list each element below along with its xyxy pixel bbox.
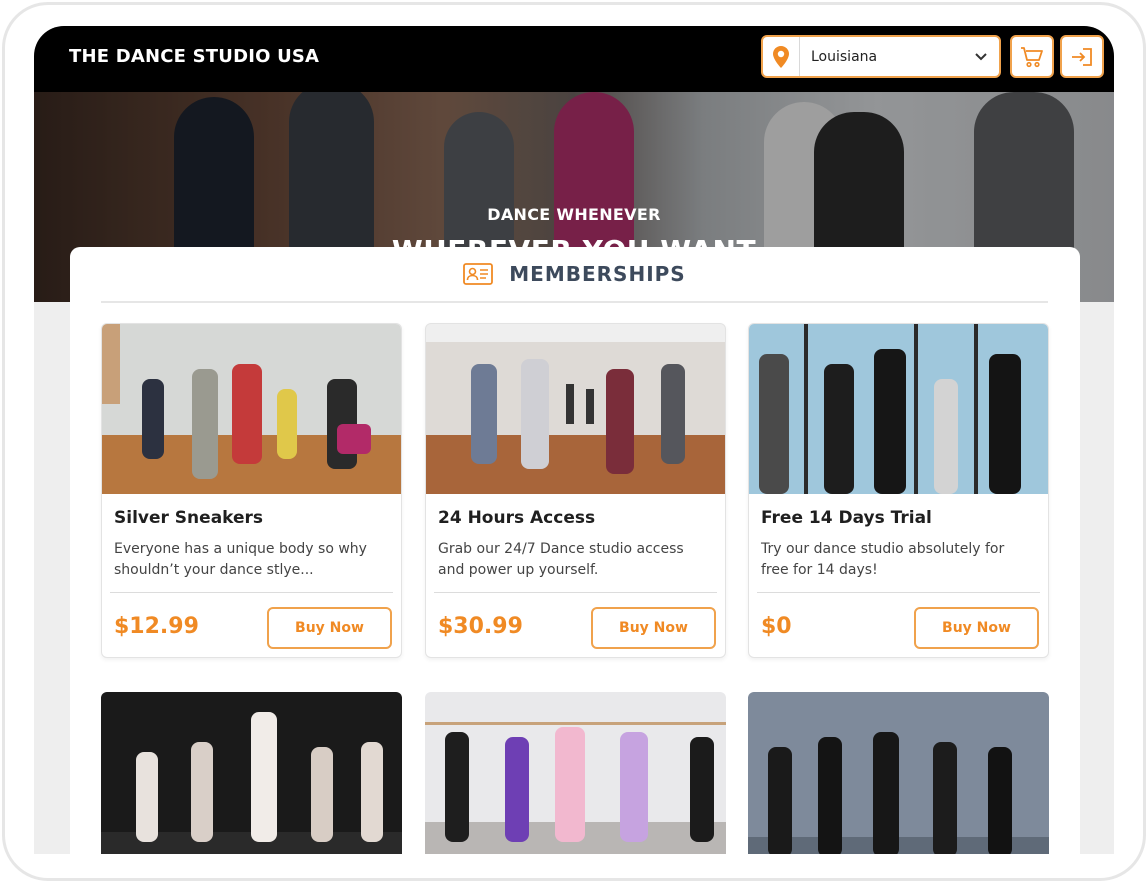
top-navbar: THE DANCE STUDIO USA Louisiana — [34, 26, 1114, 92]
id-card-icon — [463, 263, 494, 285]
card-image — [102, 324, 401, 494]
membership-card: 24 Hours Access Grab our 24/7 Dance stud… — [425, 323, 726, 658]
login-button[interactable] — [1060, 35, 1104, 78]
location-value: Louisiana — [811, 48, 878, 65]
card-title: Silver Sneakers — [114, 508, 264, 528]
card-title: Free 14 Days Trial — [761, 508, 932, 528]
sign-in-icon — [1072, 47, 1092, 66]
buy-now-button[interactable]: Buy Now — [591, 607, 716, 649]
card-price: $12.99 — [114, 614, 199, 639]
card-price: $0 — [761, 614, 792, 639]
membership-card-image[interactable] — [425, 692, 726, 854]
memberships-heading: MEMBERSHIPS — [101, 247, 1048, 303]
cart-button[interactable] — [1010, 35, 1054, 78]
membership-card: Silver Sneakers Everyone has a unique bo… — [101, 323, 402, 658]
card-title: 24 Hours Access — [438, 508, 596, 528]
membership-card-image[interactable] — [101, 692, 402, 854]
section-title: MEMBERSHIPS — [509, 262, 686, 286]
app-screen: THE DANCE STUDIO USA Louisiana DANCE WHE… — [34, 26, 1114, 854]
card-description: Try our dance studio absolutely for free… — [761, 541, 1005, 578]
memberships-panel: MEMBERSHIPS Silver Sneakers Everyone has… — [70, 247, 1080, 854]
hero-subtitle: DANCE WHENEVER — [487, 205, 661, 224]
membership-card: Free 14 Days Trial Try our dance studio … — [748, 323, 1049, 658]
brand-logo[interactable]: THE DANCE STUDIO USA — [69, 46, 319, 67]
buy-now-button[interactable]: Buy Now — [267, 607, 392, 649]
card-image — [749, 324, 1048, 494]
card-image — [426, 324, 725, 494]
cart-icon — [1021, 46, 1043, 67]
card-price: $30.99 — [438, 614, 523, 639]
card-description: Everyone has a unique body so why should… — [114, 541, 367, 578]
chevron-down-icon — [975, 52, 987, 61]
map-pin-icon — [763, 37, 800, 76]
card-description: Grab our 24/7 Dance studio access and po… — [438, 541, 684, 578]
location-select[interactable]: Louisiana — [761, 35, 1001, 78]
membership-card-image[interactable] — [748, 692, 1049, 854]
buy-now-button[interactable]: Buy Now — [914, 607, 1039, 649]
